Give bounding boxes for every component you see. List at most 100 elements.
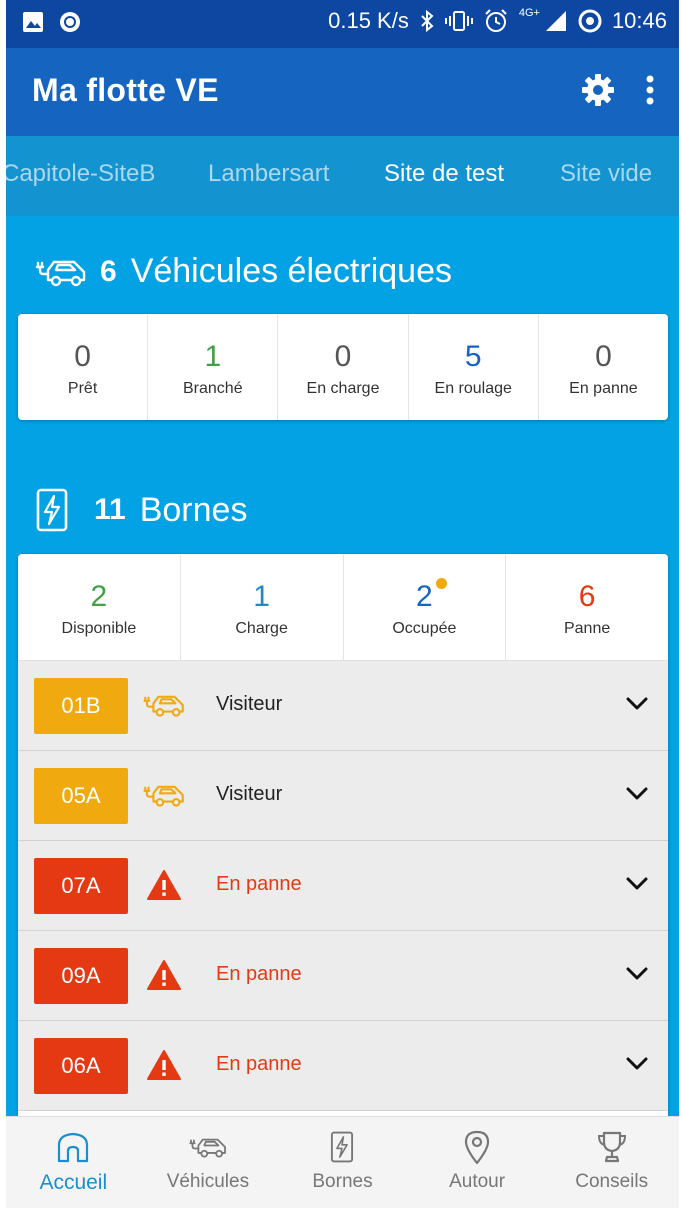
borne-stat-charge[interactable]: 1 Charge: [181, 554, 344, 660]
warning-icon: [142, 867, 186, 903]
sync-icon: [578, 9, 602, 33]
bornes-list: 01B Visiteur 05A Visiteur 07A En panne 0…: [18, 660, 668, 1111]
vehicle-stat-label: En roulage: [434, 380, 512, 397]
nav-label: Accueil: [39, 1171, 108, 1194]
gear-icon: [582, 74, 614, 106]
signal-icon: [545, 11, 566, 31]
vehicle-stat-pret[interactable]: 0 Prêt: [18, 314, 149, 420]
gallery-icon: [23, 12, 43, 32]
nav-autour[interactable]: Autour: [410, 1117, 545, 1208]
network-speed: 0.15 K/s: [328, 8, 409, 33]
borne-stat-occupee[interactable]: 2 Occupée: [344, 554, 507, 660]
alarm-icon: [485, 9, 507, 32]
chevron-down-icon[interactable]: [624, 781, 650, 807]
borne-stat-disponible[interactable]: 2 Disponible: [18, 554, 181, 660]
app-bar: Ma flotte VE: [6, 48, 679, 136]
borne-stat-panne[interactable]: 6 Panne: [506, 554, 668, 660]
vehicle-stat-value: 0: [74, 340, 91, 373]
car-plug-icon: [188, 1129, 228, 1165]
borne-stat-label: Occupée: [392, 620, 457, 637]
borne-stat-label: Panne: [563, 620, 611, 637]
borne-stat-label: Charge: [235, 620, 288, 637]
home-icon: [53, 1129, 93, 1165]
warning-icon: [142, 957, 186, 993]
nav-label: Conseils: [575, 1171, 649, 1192]
car-plug-icon: [142, 687, 186, 723]
vehicle-stat-value: 0: [334, 340, 352, 373]
trophy-icon: [592, 1129, 632, 1165]
vehicles-stats-card: 0 Prêt 1 Branché 0 En charge 5 En roulag…: [18, 314, 668, 420]
borne-status-label: En panne: [216, 873, 302, 895]
location-pin-icon: [457, 1129, 497, 1165]
bornes-header: 11 Bornes: [34, 488, 247, 532]
charger-icon: [36, 488, 68, 532]
borne-status-label: En panne: [216, 1053, 302, 1075]
nav-label: Bornes: [312, 1171, 373, 1192]
chevron-down-icon[interactable]: [624, 871, 650, 897]
borne-id-badge: 06A: [34, 1038, 128, 1094]
vehicle-stat-en-roulage[interactable]: 5 En roulage: [409, 314, 539, 420]
car-plug-icon: [35, 260, 86, 286]
vehicle-stat-value: 5: [464, 340, 482, 373]
borne-status-label: Visiteur: [216, 783, 283, 805]
borne-id-badge: 01B: [34, 678, 128, 734]
tab-lambersart[interactable]: Lambersart: [208, 160, 329, 188]
vehicles-count: 6: [100, 254, 117, 288]
nav-label: Véhicules: [166, 1171, 250, 1192]
nav-vehicules[interactable]: Véhicules: [141, 1117, 276, 1208]
car-plug-icon: [142, 777, 186, 813]
nav-accueil[interactable]: Accueil: [6, 1117, 141, 1208]
warning-icon: [142, 1047, 186, 1083]
bornes-count: 11: [94, 493, 126, 526]
vehicle-stat-label: Prêt: [67, 380, 98, 397]
list-item[interactable]: 05A Visiteur: [18, 751, 668, 841]
notification-dot: [435, 578, 447, 589]
bottom-navigation: Accueil Véhicules Bornes Autour Conseils: [6, 1116, 679, 1208]
borne-status-label: Visiteur: [216, 693, 283, 715]
borne-stat-value: 2: [416, 580, 433, 613]
nav-bornes[interactable]: Bornes: [275, 1117, 410, 1208]
dashboard-content: 6 Véhicules électriques 0 Prêt 1 Branché…: [6, 216, 679, 1116]
circle-notification-icon: [60, 12, 80, 32]
bluetooth-icon: [421, 9, 434, 33]
borne-id-badge: 05A: [34, 768, 128, 824]
borne-stat-value: 2: [90, 580, 108, 613]
nav-label: Autour: [449, 1171, 506, 1192]
borne-id-badge: 09A: [34, 948, 128, 1004]
list-item[interactable]: 01B Visiteur: [18, 661, 668, 751]
borne-stat-label: Disponible: [61, 620, 137, 637]
app-title: Ma flotte VE: [32, 72, 219, 108]
borne-stat-value: 6: [578, 580, 596, 613]
vehicle-stat-en-panne[interactable]: 0 En panne: [539, 314, 668, 420]
charger-icon: [322, 1129, 362, 1165]
list-item[interactable]: 07A En panne: [18, 841, 668, 931]
nav-conseils[interactable]: Conseils: [544, 1117, 679, 1208]
site-tabs: Capitole-SiteB Lambersart Site de test S…: [6, 136, 679, 216]
tab-capitole-siteb[interactable]: Capitole-SiteB: [6, 160, 155, 188]
clock: 10:46: [611, 8, 667, 33]
tab-site-vide[interactable]: Site vide: [560, 160, 652, 188]
borne-status-label: En panne: [216, 963, 302, 985]
list-item[interactable]: 09A En panne: [18, 931, 668, 1021]
list-item[interactable]: 06A En panne: [18, 1021, 668, 1111]
vehicle-stat-branche[interactable]: 1 Branché: [148, 314, 279, 420]
vehicle-stat-label: En charge: [306, 380, 380, 397]
vehicle-stat-value: 1: [204, 340, 222, 373]
vehicle-stat-label: Branché: [183, 380, 243, 397]
borne-stat-value: 1: [253, 580, 270, 613]
tab-site-de-test[interactable]: Site de test: [384, 160, 504, 188]
borne-id-badge: 07A: [34, 858, 128, 914]
vehicle-stat-value: 0: [595, 340, 612, 373]
settings-button[interactable]: [576, 68, 620, 112]
more-options-button[interactable]: [638, 68, 662, 112]
bornes-title: Bornes: [139, 490, 248, 529]
status-bar: 0.15 K/s 4G+ 10:46: [6, 0, 679, 48]
chevron-down-icon[interactable]: [624, 691, 650, 717]
network-type: 4G+: [518, 7, 540, 19]
vehicle-stat-en-charge[interactable]: 0 En charge: [278, 314, 409, 420]
chevron-down-icon[interactable]: [624, 961, 650, 987]
vehicles-title: Véhicules électriques: [130, 252, 452, 290]
chevron-down-icon[interactable]: [624, 1051, 650, 1077]
bornes-card: 2 Disponible 1 Charge 2 Occupée 6 Panne: [18, 554, 668, 1116]
vibrate-icon: [444, 11, 473, 31]
